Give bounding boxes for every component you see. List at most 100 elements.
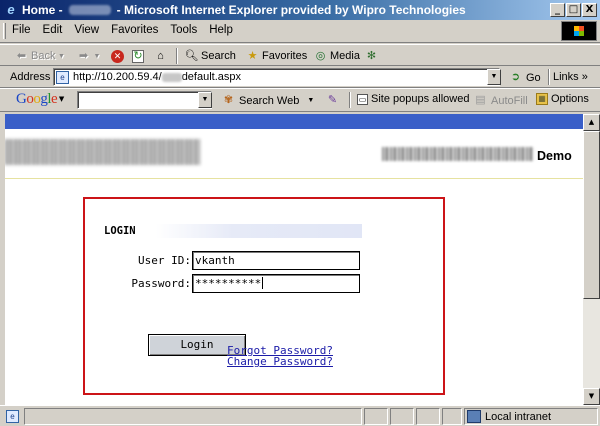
options-button[interactable]: ▦ Options [536, 93, 589, 105]
media-button[interactable]: ◎ Media [313, 48, 360, 64]
window-controls: _ □ X [550, 3, 597, 17]
menu-items: File Edit View Favorites Tools Help [12, 24, 233, 36]
menu-edit[interactable]: Edit [43, 24, 63, 36]
stop-button[interactable]: ✕ [111, 48, 124, 64]
window-title-start: Home - [22, 3, 63, 17]
password-mask: ********** [195, 277, 262, 290]
go-arrow-icon: ➲ [510, 71, 521, 83]
go-label: Go [526, 71, 541, 84]
userid-input[interactable]: vkanth [192, 251, 360, 270]
title-bar[interactable]: e Home - - Microsoft Internet Explorer pr… [0, 0, 600, 20]
url-prefix: http://10.200.59.4/ [73, 71, 162, 83]
url-suffix: default.aspx [181, 71, 242, 83]
status-pane [442, 408, 462, 425]
history-button[interactable]: ✻ [364, 48, 379, 64]
status-pane [390, 408, 414, 425]
search-web-button[interactable]: ✾ Search Web ▼ [221, 93, 314, 108]
refresh-icon: ↻ [132, 49, 144, 63]
security-zone-label: Local intranet [485, 411, 552, 423]
links-label: Links [553, 71, 579, 83]
home-icon: ⌂ [157, 49, 164, 62]
media-label: Media [330, 50, 360, 62]
password-input[interactable]: ********** [192, 274, 360, 293]
standard-toolbar: ⬅ Back ▼ ➡ ▼ ✕ ↻ ⌂ 🔍︎ Search ★ Favorites… [0, 44, 600, 66]
search-label: Search [201, 50, 236, 62]
userid-label: User ID: [138, 254, 191, 267]
chevron-down-icon: ▼ [58, 52, 65, 60]
text-cursor [262, 277, 264, 289]
media-icon: ◎ [315, 49, 326, 62]
google-search-dropdown-button[interactable]: ▼ [198, 92, 212, 108]
favorites-label: Favorites [262, 50, 308, 62]
options-icon: ▦ [536, 93, 548, 105]
favorites-star-icon: ★ [247, 49, 258, 62]
address-label: Address [10, 71, 51, 83]
login-title: LOGIN [104, 224, 362, 238]
address-input[interactable]: e http://10.200.59.4/default.aspx [53, 68, 500, 86]
vertical-scrollbar[interactable]: ▲ ▼ [583, 114, 600, 405]
stop-icon: ✕ [111, 49, 124, 63]
redacted-title-segment [68, 5, 111, 15]
popups-label: Site popups allowed [371, 93, 470, 105]
google-toolbar: Google ▼ ▼ ✾ Search Web ▼ ✎ ▭ Site popup… [0, 88, 600, 112]
status-bar: e Local intranet [0, 405, 600, 426]
address-bar: Address e http://10.200.59.4/default.asp… [0, 66, 600, 88]
search-web-label: Search Web [239, 94, 300, 107]
chevron-right-icon: » [581, 71, 588, 83]
autofill-button[interactable]: ▤ AutoFill [473, 93, 528, 108]
search-web-icon: ✾ [223, 94, 234, 106]
toolbar-grip[interactable] [3, 23, 6, 39]
windows-logo-throbber [561, 21, 597, 41]
go-button[interactable]: ➲ Go [508, 70, 541, 85]
blurred-company-logo [5, 139, 200, 165]
highlighter-icon: ✎ [327, 94, 338, 106]
menu-file[interactable]: File [12, 24, 31, 36]
google-logo[interactable]: Google ▼ [16, 91, 64, 108]
password-label: Password: [131, 277, 191, 290]
history-icon: ✻ [366, 49, 377, 62]
favorites-button[interactable]: ★ Favorites [245, 48, 308, 64]
google-logo-letter: G [16, 91, 27, 107]
minimize-button[interactable]: _ [550, 3, 565, 17]
autofill-label: AutoFill [491, 94, 528, 107]
page-top-band [5, 114, 583, 129]
status-pane [364, 408, 388, 425]
close-button[interactable]: X [582, 3, 597, 17]
popup-blocker-button[interactable]: ▭ Site popups allowed [357, 93, 469, 105]
window-title: Home - - Microsoft Internet Explorer prov… [22, 3, 466, 17]
scroll-up-button[interactable]: ▲ [583, 114, 600, 131]
scroll-thumb[interactable] [583, 131, 600, 299]
popup-allowed-icon: ▭ [357, 93, 368, 105]
google-search-input[interactable] [77, 91, 212, 109]
options-label: Options [551, 93, 589, 105]
maximize-button[interactable]: □ [566, 3, 581, 17]
address-dropdown-button[interactable]: ▼ [487, 69, 501, 85]
refresh-button[interactable]: ↻ [132, 48, 144, 64]
autofill-icon: ▤ [475, 94, 486, 106]
chevron-down-icon: ▼ [307, 97, 315, 104]
highlight-button[interactable]: ✎ [325, 93, 340, 108]
back-label: Back [31, 50, 56, 62]
back-arrow-icon: ⬅ [16, 49, 27, 62]
page-icon: e [56, 70, 69, 84]
menu-favorites[interactable]: Favorites [111, 24, 158, 36]
chevron-down-icon: ▼ [93, 52, 101, 60]
menu-view[interactable]: View [74, 24, 99, 36]
links-toolbar[interactable]: Links » [553, 71, 588, 83]
userid-row: User ID: vkanth [85, 251, 447, 270]
toolbar-separator [349, 92, 351, 108]
menu-tools[interactable]: Tools [170, 24, 197, 36]
home-button[interactable]: ⌂ [153, 48, 168, 64]
internet-explorer-icon[interactable]: e [3, 2, 19, 18]
change-password-link[interactable]: Change Password? [227, 355, 333, 368]
intranet-zone-icon [467, 410, 481, 423]
forward-arrow-icon: ➡ [78, 49, 89, 62]
forward-button[interactable]: ➡ ▼ [76, 48, 101, 64]
status-page-icon: e [6, 410, 19, 423]
menu-help[interactable]: Help [209, 24, 233, 36]
scroll-down-button[interactable]: ▼ [583, 388, 600, 405]
search-button[interactable]: 🔍︎ Search [184, 48, 236, 64]
blurred-product-logo [382, 147, 534, 161]
window-title-end: - Microsoft Internet Explorer provided b… [116, 3, 466, 17]
back-button[interactable]: ⬅ Back ▼ [14, 48, 65, 64]
